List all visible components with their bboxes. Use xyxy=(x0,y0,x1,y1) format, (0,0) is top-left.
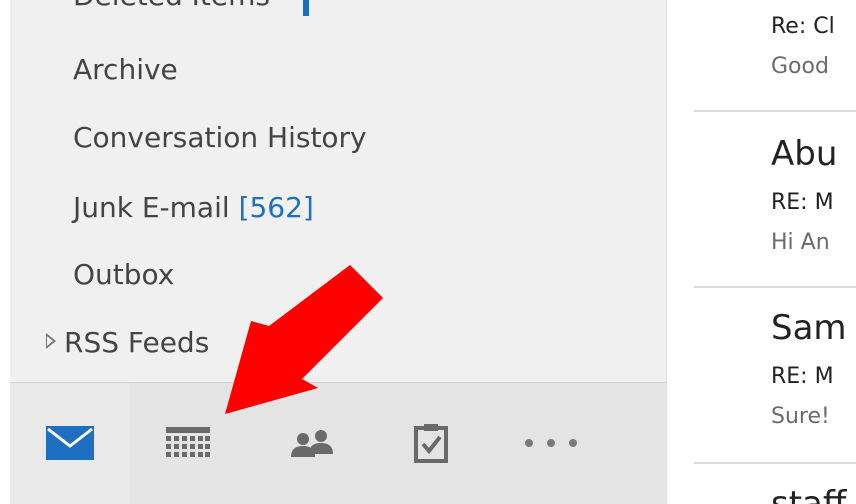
folder-rss-feeds[interactable]: RSS Feeds xyxy=(46,323,209,363)
folder-label: RSS Feeds xyxy=(64,326,210,359)
tasks-icon xyxy=(414,424,448,463)
more-nav-button[interactable] xyxy=(516,413,586,473)
folder-label: Outbox xyxy=(73,258,175,291)
folder-label: Conversation History xyxy=(73,121,367,154)
folder-label: Junk E-mail xyxy=(73,191,230,224)
message-subject: RE: M xyxy=(771,190,834,215)
calendar-nav-button[interactable] xyxy=(153,413,223,473)
folder-conversation-history[interactable]: Conversation History xyxy=(73,118,367,158)
message-item[interactable]: Re: Cl Good xyxy=(667,0,856,110)
folder-label: Archive xyxy=(73,53,178,86)
message-item[interactable]: staff xyxy=(667,464,856,504)
folder-outbox[interactable]: Outbox xyxy=(73,255,174,295)
more-icon xyxy=(525,439,577,447)
people-icon xyxy=(291,430,333,457)
message-preview: Hi An xyxy=(771,230,830,255)
message-sender: staff xyxy=(771,484,847,504)
folder-label: Deleted Items xyxy=(73,0,270,12)
message-item[interactable]: Abu RE: M Hi An xyxy=(667,112,856,288)
message-sender: Sam xyxy=(771,308,847,348)
folder-junk-email[interactable]: Junk E-mail [562] xyxy=(73,188,314,228)
folder-deleted-items[interactable]: Deleted Items xyxy=(73,0,270,16)
folder-pane: Deleted Items Archive Conversation Histo… xyxy=(10,0,666,504)
folder-list: Deleted Items Archive Conversation Histo… xyxy=(10,0,666,382)
people-nav-button[interactable] xyxy=(277,413,347,473)
module-nav-bar xyxy=(10,382,666,504)
outlook-window: Deleted Items Archive Conversation Histo… xyxy=(0,0,856,504)
message-item[interactable]: Sam RE: M Sure! xyxy=(667,288,856,464)
tasks-nav-button[interactable] xyxy=(396,413,466,473)
mail-icon xyxy=(46,426,94,460)
message-list: Re: Cl Good Abu RE: M Hi An Sam RE: M Su… xyxy=(667,0,856,504)
unread-indicator xyxy=(303,0,309,16)
message-sender: Abu xyxy=(771,134,838,174)
mail-nav-button[interactable] xyxy=(35,413,105,473)
unread-count: [562] xyxy=(238,191,314,224)
message-preview: Sure! xyxy=(771,404,830,429)
message-subject: RE: M xyxy=(771,364,834,389)
expand-caret-icon[interactable] xyxy=(46,333,56,349)
folder-archive[interactable]: Archive xyxy=(73,50,178,90)
calendar-icon xyxy=(166,427,210,457)
message-subject: Re: Cl xyxy=(771,14,835,39)
message-preview: Good xyxy=(771,54,829,79)
